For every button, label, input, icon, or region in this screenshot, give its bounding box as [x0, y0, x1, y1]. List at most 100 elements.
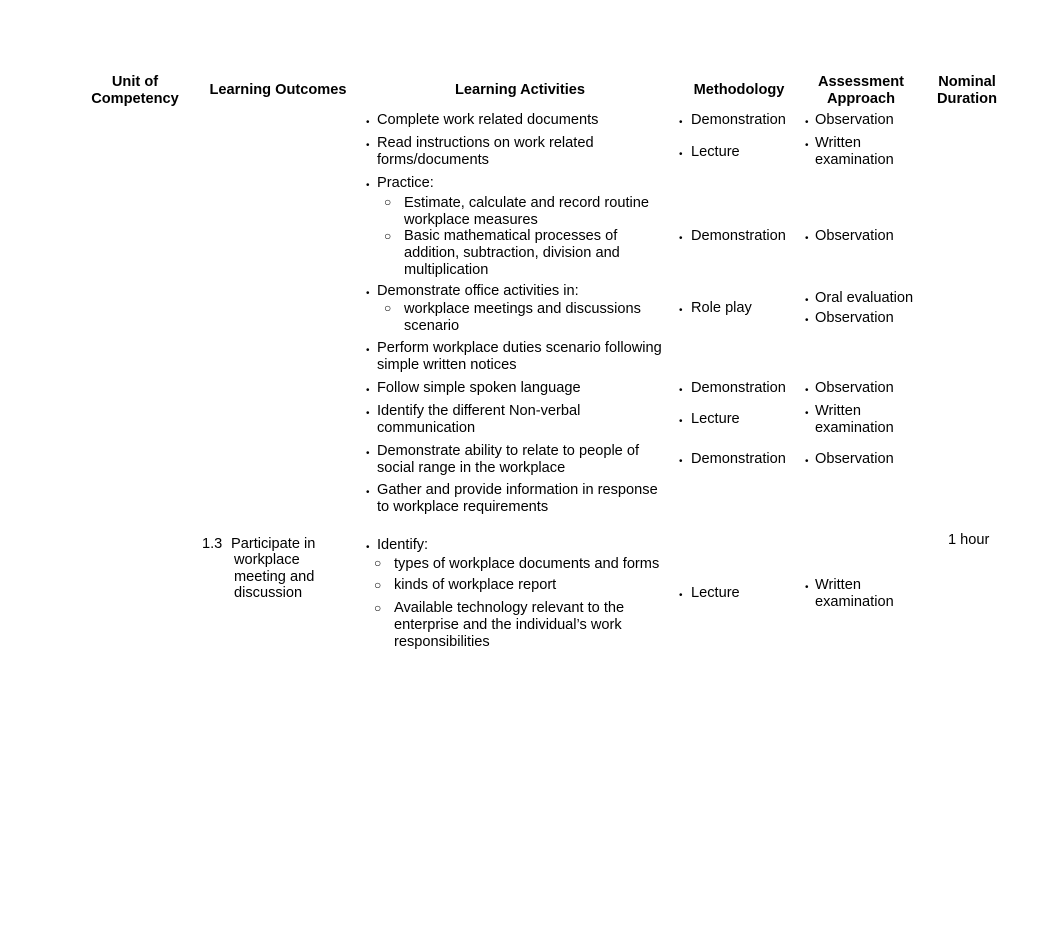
activity-line: Basic mathematical processes of	[404, 228, 618, 244]
outcome-line: meeting and	[234, 569, 315, 585]
bullet-icon: •	[679, 149, 683, 160]
activity-subitem: Available technology relevant to the ent…	[394, 600, 624, 651]
activity-line: Estimate, calculate and record routine	[404, 195, 649, 211]
assessment-line: examination	[815, 152, 894, 168]
activity-subitem: types of workplace documents and forms	[394, 556, 660, 572]
assessment-item: Observation	[815, 228, 894, 244]
activity-line: responsibilities	[394, 634, 490, 650]
activity-line: Identify the different Non-verbal	[377, 403, 581, 419]
activity-line: Available technology relevant to the	[394, 600, 625, 616]
activity-subitem: workplace meetings and discussions scena…	[404, 301, 641, 335]
outcome-number: 1.3	[202, 536, 223, 552]
sub-bullet-icon: ○	[374, 578, 382, 592]
assessment-item: Observation	[815, 310, 894, 326]
assessment-item: Observation	[815, 112, 894, 128]
activity-line: enterprise and the individual’s work	[394, 617, 622, 633]
assessment-item: Written examination	[815, 577, 894, 611]
bullet-icon: •	[679, 590, 683, 601]
activity-item: Read instructions on work related forms/…	[377, 135, 594, 169]
bullet-icon: •	[366, 180, 370, 191]
outcome-line: workplace	[234, 552, 300, 568]
bullet-icon: •	[366, 542, 370, 553]
activity-subitem: kinds of workplace report	[394, 577, 557, 593]
methodology-item: Role play	[691, 300, 752, 316]
bullet-icon: •	[805, 117, 809, 128]
outcome-line: Participate in	[231, 536, 316, 552]
activity-line: Gather and provide information in respon…	[377, 482, 658, 498]
assessment-item: Observation	[815, 380, 894, 396]
bullet-icon: •	[366, 117, 370, 128]
bullet-icon: •	[805, 140, 809, 151]
activity-item: Complete work related documents	[377, 112, 599, 128]
bullet-icon: •	[805, 582, 809, 593]
activity-item: Follow simple spoken language	[377, 380, 581, 396]
assessment-line: Written	[815, 135, 861, 151]
activity-subitem: Estimate, calculate and record routine w…	[404, 195, 649, 229]
methodology-item: Lecture	[691, 411, 740, 427]
assessment-item: Oral evaluation	[815, 290, 914, 306]
bullet-icon: •	[366, 140, 370, 151]
activity-line: workplace measures	[404, 212, 538, 228]
assessment-line: examination	[815, 420, 894, 436]
activity-line: to workplace requirements	[377, 499, 549, 515]
activity-line: addition, subtraction, division and	[404, 245, 620, 261]
activity-line: social range in the workplace	[377, 460, 566, 476]
bullet-icon: •	[679, 233, 683, 244]
assessment-item: Written examination	[815, 135, 894, 169]
outcome-line: discussion	[234, 585, 303, 601]
methodology-item: Demonstration	[691, 228, 786, 244]
methodology-item: Lecture	[691, 585, 740, 601]
bullet-icon: •	[805, 233, 809, 244]
sub-bullet-icon: ○	[384, 301, 392, 315]
bullet-icon: •	[679, 305, 683, 316]
bullet-icon: •	[805, 315, 809, 326]
activity-item: Practice:	[377, 175, 434, 191]
bullet-icon: •	[805, 456, 809, 467]
activity-item: Identify the different Non-verbal commun…	[377, 403, 580, 437]
bullet-icon: •	[366, 345, 370, 356]
bullet-icon: •	[679, 456, 683, 467]
header-unit-line2: Competency	[91, 91, 179, 107]
header-unit-of-competency: Unit of Competency	[80, 74, 190, 108]
header-duration-line1: Nominal	[938, 74, 996, 90]
bullet-icon: •	[366, 408, 370, 419]
header-unit-line1: Unit of	[111, 74, 159, 90]
assessment-item: Written examination	[815, 403, 894, 437]
activity-line: simple written notices	[377, 357, 517, 373]
activity-line: Read instructions on work related	[377, 135, 594, 151]
activity-item: Perform workplace duties scenario follow…	[377, 340, 662, 374]
methodology-item: Lecture	[691, 144, 740, 160]
sub-bullet-icon: ○	[374, 601, 382, 615]
bullet-icon: •	[679, 416, 683, 427]
header-nominal-duration: Nominal Duration	[926, 74, 1008, 108]
sub-bullet-icon: ○	[384, 229, 392, 243]
header-assessment-line1: Assessment	[818, 74, 904, 90]
nominal-duration-value: 1 hour	[948, 532, 990, 548]
bullet-icon: •	[805, 295, 809, 306]
sub-bullet-icon: ○	[384, 195, 392, 209]
assessment-line: examination	[815, 594, 894, 610]
activity-line: multiplication	[404, 262, 489, 278]
assessment-item: Observation	[815, 451, 894, 467]
header-assessment-line2: Approach	[826, 91, 896, 107]
activity-item: Gather and provide information in respon…	[377, 482, 658, 516]
activity-line: scenario	[404, 318, 460, 334]
header-learning-activities: Learning Activities	[454, 82, 586, 98]
bullet-icon: •	[366, 448, 370, 459]
bullet-icon: •	[366, 288, 370, 299]
assessment-line: Written	[815, 403, 861, 419]
activity-item: Demonstrate office activities in:	[377, 283, 579, 299]
bullet-icon: •	[679, 117, 683, 128]
activity-line: Perform workplace duties scenario follow…	[377, 340, 662, 356]
bullet-icon: •	[366, 487, 370, 498]
activity-line: workplace meetings and discussions	[404, 301, 641, 317]
methodology-item: Demonstration	[691, 451, 786, 467]
header-assessment-approach: Assessment Approach	[806, 74, 916, 108]
bullet-icon: •	[805, 385, 809, 396]
methodology-item: Demonstration	[691, 380, 786, 396]
activity-subitem: Basic mathematical processes of addition…	[404, 228, 620, 279]
bullet-icon: •	[679, 385, 683, 396]
header-methodology: Methodology	[693, 82, 785, 98]
bullet-icon: •	[805, 408, 809, 419]
assessment-line: Written	[815, 577, 861, 593]
